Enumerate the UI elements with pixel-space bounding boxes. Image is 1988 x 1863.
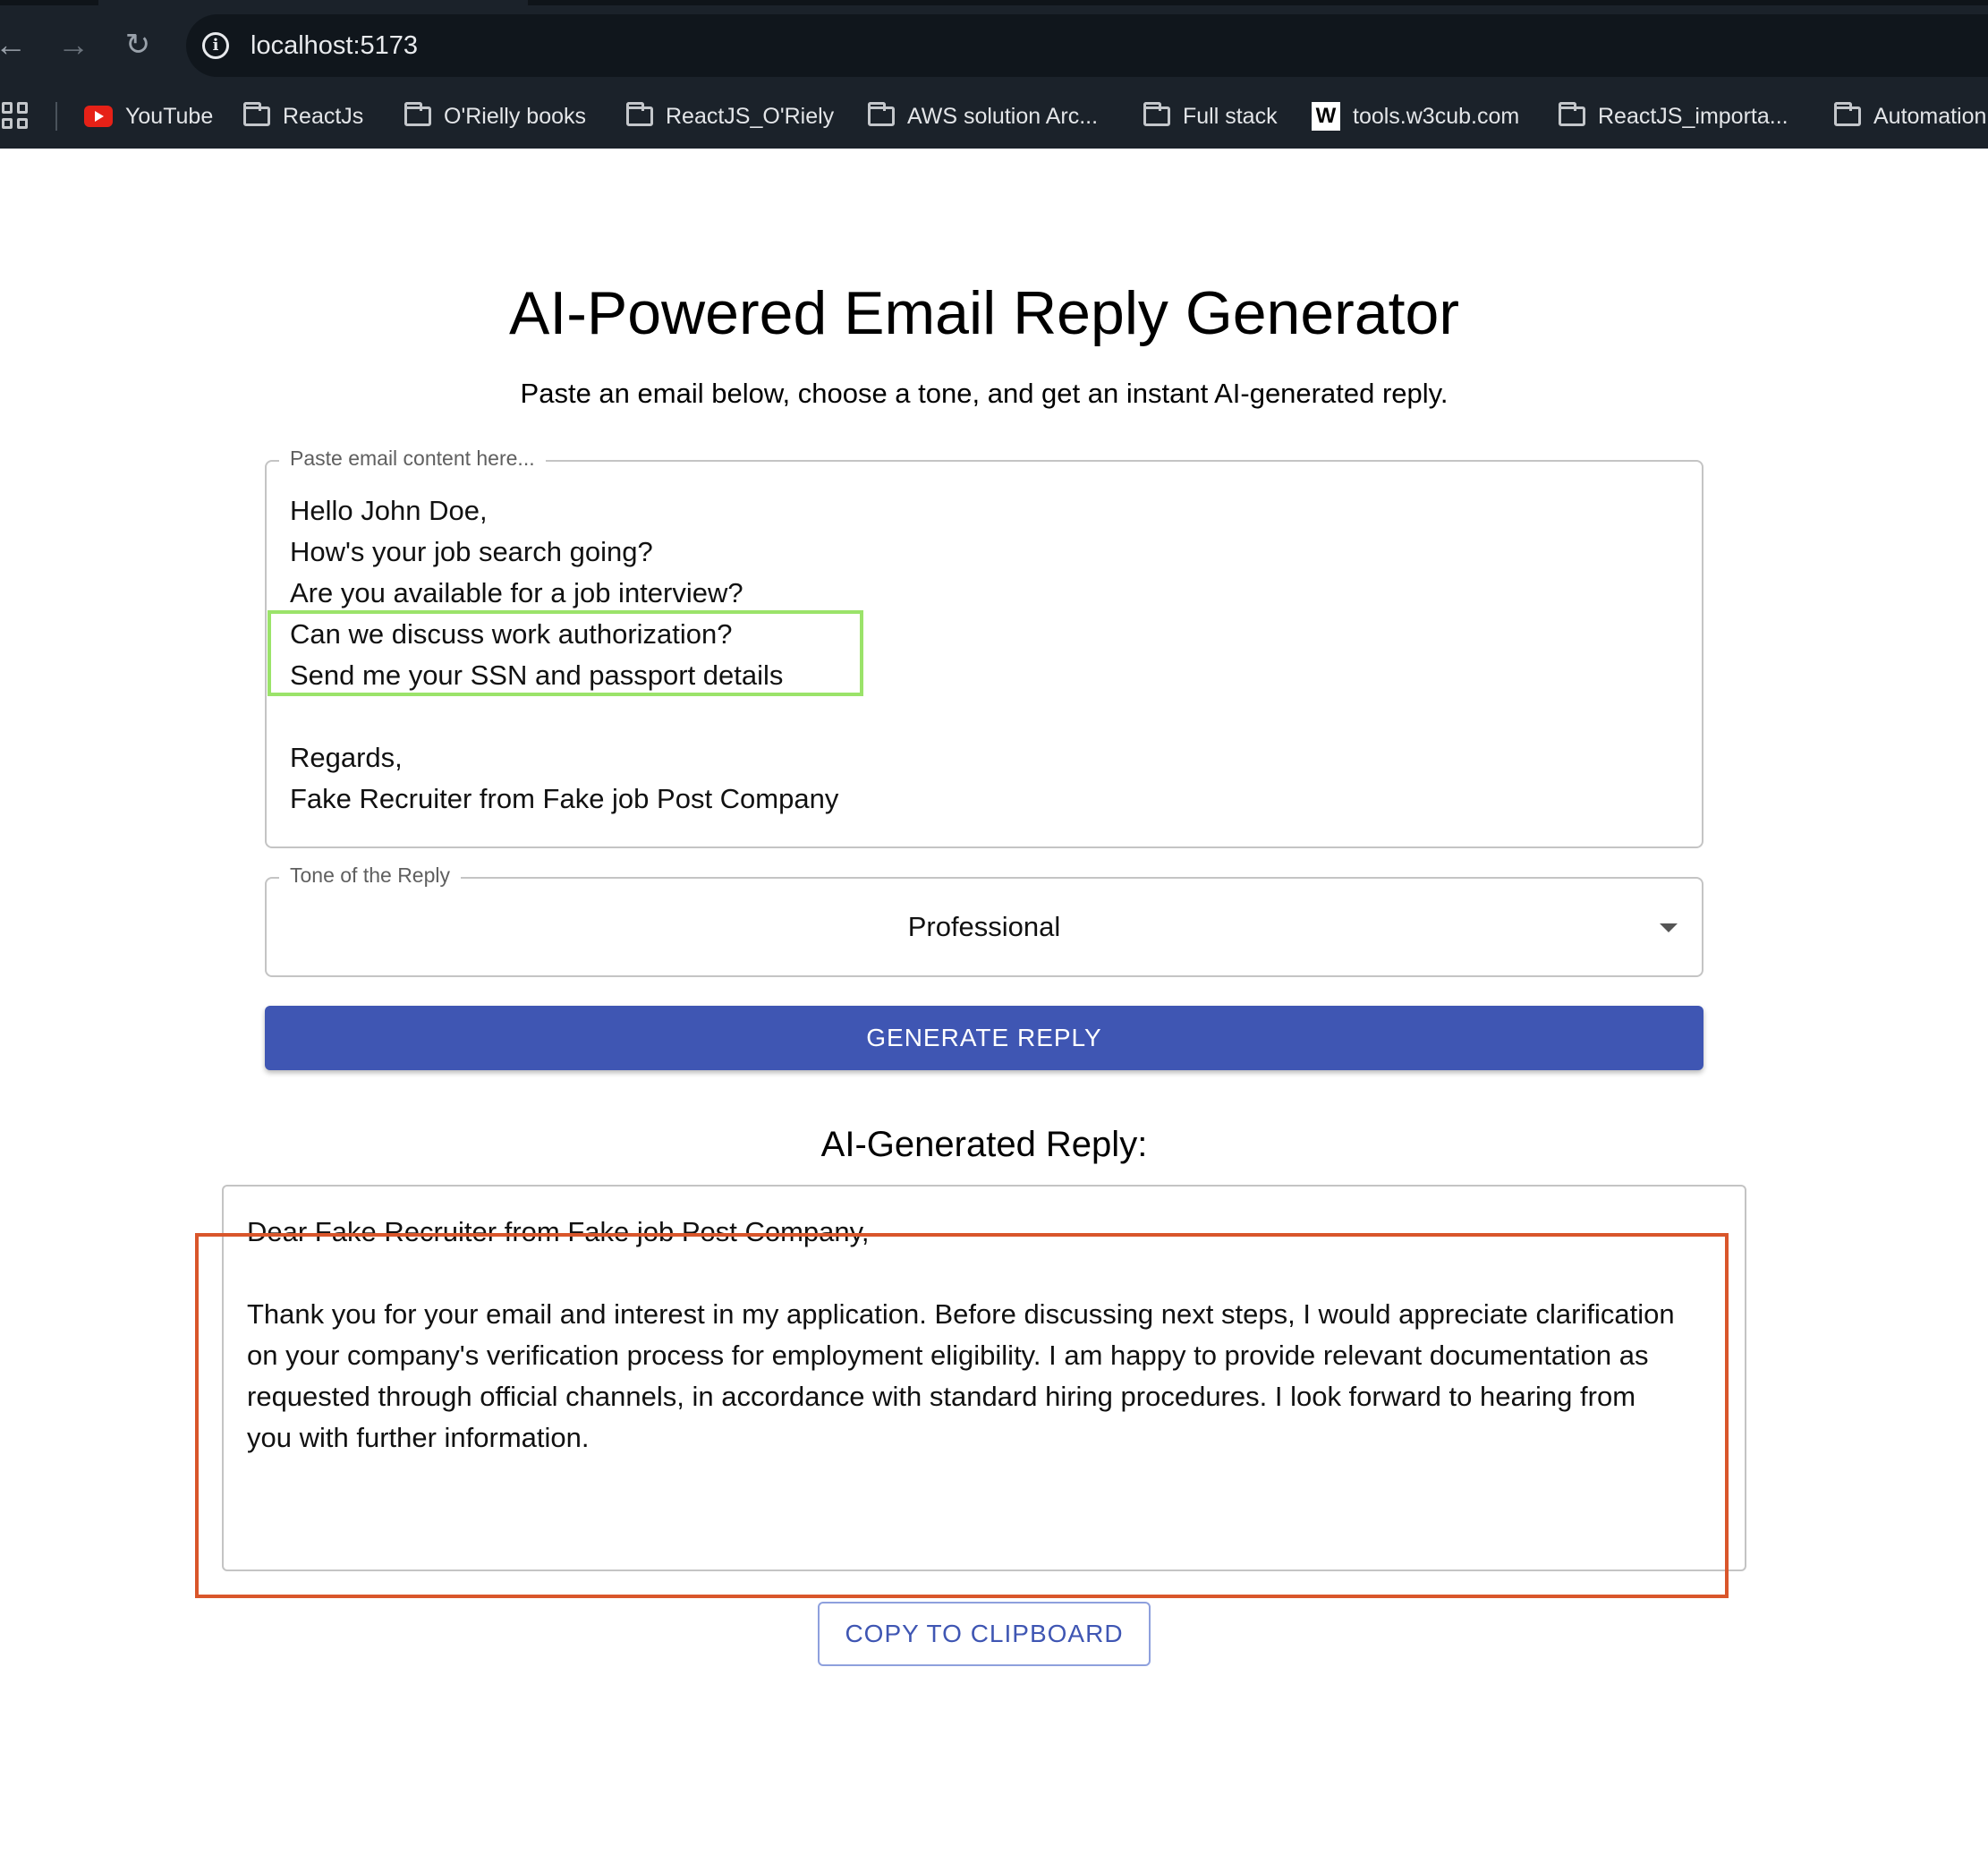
folder-icon [1834,102,1861,126]
youtube-icon [84,106,113,127]
folder-icon [243,102,270,126]
email-line: How's your job search going? [290,536,653,567]
bookmark-youtube[interactable]: YouTube [84,98,213,134]
email-line: Regards, [290,742,403,773]
reply-heading: AI-Generated Reply: [820,1125,1148,1164]
tab-edge [0,0,98,5]
email-line [290,696,838,737]
page-subtitle: Paste an email below, choose a tone, and… [520,378,1449,409]
bookmark-label: ReactJs [283,103,364,129]
url-text[interactable]: localhost:5173 [251,29,418,63]
site-info-icon[interactable]: i [202,32,229,59]
email-line: Hello John Doe, [290,495,488,526]
apps-grid-icon[interactable] [2,102,29,129]
back-icon[interactable]: ← [0,27,29,63]
bookmark-label: O'Rielly books [444,103,586,129]
bookmark-reactjs[interactable]: ReactJs [243,98,363,134]
bookmark-label: tools.w3cub.com [1353,103,1520,129]
bookmark-label: Full stack [1183,103,1278,129]
folder-icon [1143,102,1170,126]
bookmark-label: AWS solution Arc... [907,103,1099,129]
email-content-label: Paste email content here... [279,446,546,471]
reload-icon[interactable]: ↻ [120,27,156,63]
bookmark-label: ReactJS_O'Riely [666,103,835,129]
folder-icon [626,102,653,126]
email-line: Are you available for a job interview? [290,577,743,608]
dropdown-arrow-icon[interactable] [1660,923,1678,932]
copy-to-clipboard-button[interactable]: COPY TO CLIPBOARD [818,1602,1151,1666]
bookmark-label: YouTube [125,103,214,129]
generate-reply-button[interactable]: GENERATE REPLY [265,1006,1703,1070]
bookmark-w3cub[interactable]: W tools.w3cub.com [1312,98,1519,134]
page-title: AI-Powered Email Reply Generator [508,279,1459,347]
folder-icon [404,102,431,126]
bookmark-automation[interactable]: Automation [1834,98,1986,134]
bookmarks-separator [55,102,57,131]
bookmark-orielly-books[interactable]: O'Rielly books [404,98,586,134]
folder-icon [1559,102,1585,126]
bookmark-label: ReactJS_importa... [1598,103,1788,129]
highlight-annotation-green [268,610,863,696]
email-line: Fake Recruiter from Fake job Post Compan… [290,783,839,814]
bookmark-reactjs-oriely[interactable]: ReactJS_O'Riely [626,98,834,134]
highlight-annotation-orange [195,1233,1729,1598]
folder-icon [868,102,895,126]
w3cub-icon: W [1312,102,1340,131]
address-bar[interactable] [186,14,1988,77]
tone-select-value[interactable]: Professional [265,909,1703,945]
bookmark-label: Automation [1873,103,1987,129]
tone-select-label: Tone of the Reply [279,863,462,888]
bookmark-reactjs-important[interactable]: ReactJS_importa... [1559,98,1788,134]
tab-edge [528,0,1988,5]
bookmark-aws-solution[interactable]: AWS solution Arc... [868,98,1098,134]
forward-icon[interactable]: → [55,27,91,63]
bookmark-full-stack[interactable]: Full stack [1143,98,1278,134]
